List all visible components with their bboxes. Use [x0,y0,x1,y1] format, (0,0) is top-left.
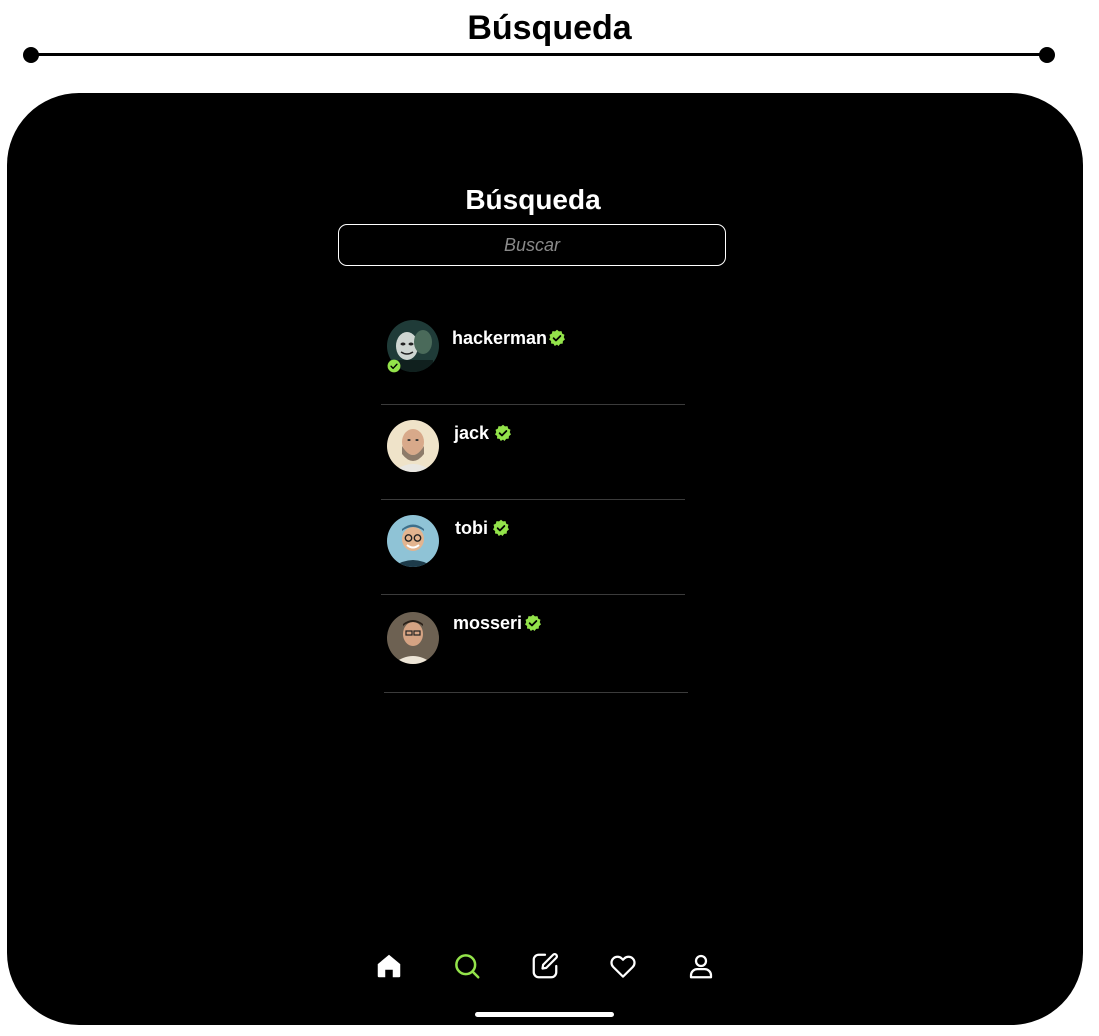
result-row-jack[interactable]: jack [381,410,685,500]
username[interactable]: hackerman [452,327,547,349]
username[interactable]: mosseri [453,612,522,634]
verified-icon [493,519,509,536]
row-divider [381,594,685,595]
home-icon [377,954,401,978]
heading-divider-line [31,53,1047,56]
tab-activity[interactable] [608,951,638,981]
result-row-hackerman[interactable]: hackerman [381,315,685,405]
avatar-jack[interactable] [387,420,439,472]
search-field[interactable] [338,224,726,266]
divider-endpoint-right [1039,47,1055,63]
row-divider [384,692,688,693]
row-divider [381,404,685,405]
profile-icon [689,954,713,979]
divider-endpoint-left [23,47,39,63]
heart-icon [610,955,636,978]
result-row-mosseri[interactable]: mosseri [384,600,688,693]
verified-icon [525,614,541,631]
row-divider [381,499,685,500]
tab-profile[interactable] [686,951,716,981]
username[interactable]: tobi [455,517,488,539]
search-icon [455,954,480,979]
tab-search[interactable] [452,951,482,981]
phone-screen: Búsqueda hackerman [7,93,1083,1025]
tab-home[interactable] [374,951,404,981]
verified-icon [549,329,565,346]
tab-compose[interactable] [530,951,560,981]
avatar-tobi[interactable] [387,515,439,567]
verified-icon [495,424,511,441]
home-indicator[interactable] [475,1012,614,1017]
verified-badge-icon [387,359,401,373]
username[interactable]: jack [454,422,489,444]
section-heading: Búsqueda [467,9,632,47]
compose-icon [532,953,558,979]
result-row-tobi[interactable]: tobi [381,505,685,595]
page-title: Búsqueda [465,184,601,215]
avatar-mosseri[interactable] [387,612,439,664]
search-input[interactable] [339,225,725,265]
